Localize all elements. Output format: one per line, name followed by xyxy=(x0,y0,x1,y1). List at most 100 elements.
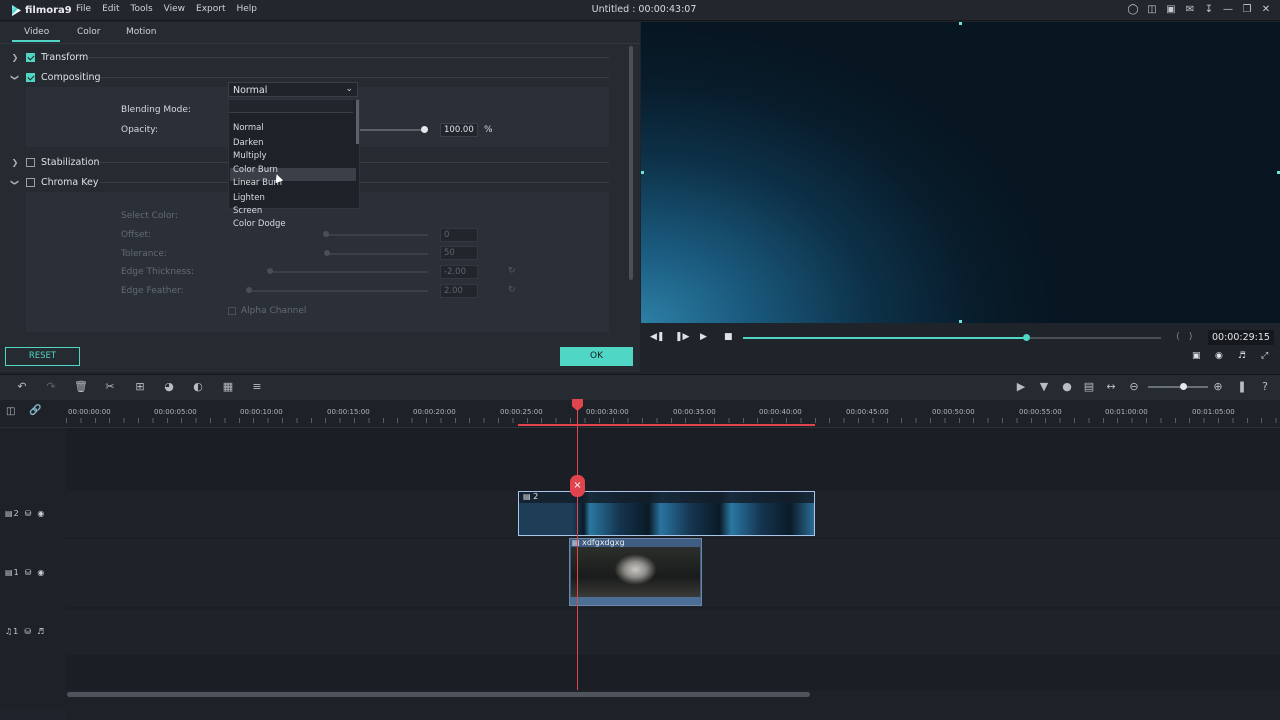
stop-icon[interactable]: ■ xyxy=(724,332,733,342)
delete-icon[interactable]: 🗑 xyxy=(74,380,88,393)
offset-slider-track[interactable] xyxy=(326,234,428,236)
audio-mixer-icon[interactable]: ≡ xyxy=(250,380,264,393)
help-icon[interactable]: ? xyxy=(1258,380,1272,393)
tab-color[interactable]: Color xyxy=(77,27,101,37)
previous-frame-icon[interactable]: ◀❚ xyxy=(650,332,664,342)
work-area-range[interactable] xyxy=(518,424,815,426)
stabilization-checkbox[interactable] xyxy=(26,157,35,167)
save-icon[interactable]: ▣ xyxy=(1165,3,1177,17)
preview-progress-knob[interactable] xyxy=(1022,334,1030,341)
tolerance-slider-knob[interactable] xyxy=(324,250,330,256)
redo-icon[interactable]: ↷ xyxy=(44,380,58,393)
section-stabilization[interactable]: ❯ Stabilization xyxy=(10,155,100,169)
zoom-slider-track[interactable] xyxy=(1148,386,1208,388)
option-color-burn[interactable]: Color Burn xyxy=(233,164,278,176)
video-preview[interactable] xyxy=(641,22,1280,323)
play-frame-icon[interactable]: ❚▶ xyxy=(675,332,689,342)
color-icon[interactable]: ◐ xyxy=(191,380,205,393)
zoom-in-icon[interactable]: ⊕ xyxy=(1211,380,1225,393)
chevron-down-icon[interactable]: ❯ xyxy=(11,72,20,82)
fullscreen-icon[interactable]: ⤢ xyxy=(1261,351,1268,361)
restore-icon[interactable]: ❐ xyxy=(1241,3,1253,17)
section-chroma-key[interactable]: ❯ Chroma Key xyxy=(10,175,99,189)
reset-button[interactable]: RESET xyxy=(5,347,80,366)
chevron-down-icon[interactable]: ❯ xyxy=(11,177,20,187)
edge-feather-slider-knob[interactable] xyxy=(246,287,252,293)
edge-thickness-slider-track[interactable] xyxy=(268,271,428,273)
snapshot-icon[interactable]: ◉ xyxy=(1215,351,1223,361)
option-screen[interactable]: Screen xyxy=(233,205,262,217)
lock-icon[interactable]: ⛁ xyxy=(25,509,32,518)
crop-icon[interactable]: ⊞ xyxy=(133,380,147,393)
cart-icon[interactable]: ◫ xyxy=(1146,3,1158,17)
split-icon[interactable]: × xyxy=(570,475,585,497)
option-multiply[interactable]: Multiply xyxy=(233,150,267,162)
blending-mode-select[interactable]: Normal ⌄ xyxy=(228,82,358,97)
volume-icon[interactable]: ♬ xyxy=(1238,351,1246,361)
render-icon[interactable]: ▶ xyxy=(1014,380,1028,393)
green-screen-icon[interactable]: ▦ xyxy=(221,380,235,393)
minimize-icon[interactable]: — xyxy=(1222,3,1234,17)
cut-icon[interactable]: ✂ xyxy=(103,380,117,393)
opacity-slider-track[interactable] xyxy=(360,129,424,131)
option-lighten[interactable]: Lighten xyxy=(233,192,265,204)
menu-edit[interactable]: Edit xyxy=(102,4,125,14)
offset-slider-knob[interactable] xyxy=(323,231,329,237)
resize-handle[interactable] xyxy=(959,22,962,25)
mail-icon[interactable]: ✉ xyxy=(1184,3,1196,17)
reset-icon[interactable]: ↻ xyxy=(508,285,516,295)
zoom-out-icon[interactable]: ⊖ xyxy=(1127,380,1141,393)
section-compositing[interactable]: ❯ Compositing xyxy=(10,70,101,84)
chevron-right-icon[interactable]: ❯ xyxy=(10,53,20,62)
edge-feather-slider-track[interactable] xyxy=(247,290,428,292)
voiceover-icon[interactable]: ▤ xyxy=(1082,380,1096,393)
ok-button[interactable]: OK xyxy=(560,347,633,366)
mark-out-icon[interactable]: ⟩ xyxy=(1189,332,1193,342)
edge-thickness-slider-knob[interactable] xyxy=(267,268,273,274)
download-icon[interactable]: ↧ xyxy=(1203,3,1215,17)
timeline-scrollbar[interactable] xyxy=(67,692,810,697)
compositing-checkbox[interactable] xyxy=(26,72,35,82)
menu-file[interactable]: File xyxy=(76,4,97,14)
tab-motion[interactable]: Motion xyxy=(126,27,157,37)
speaker-icon[interactable]: ♬ xyxy=(37,627,44,636)
opacity-input[interactable]: 100.00 xyxy=(440,123,478,137)
playhead-line[interactable] xyxy=(577,405,578,690)
play-icon[interactable]: ▶ xyxy=(700,332,707,342)
marker-icon[interactable]: ▼ xyxy=(1037,380,1051,393)
option-darken[interactable]: Darken xyxy=(233,137,264,149)
lock-icon[interactable]: ⛁ xyxy=(24,627,31,636)
tolerance-input[interactable]: 50 xyxy=(440,246,478,260)
menu-tools[interactable]: Tools xyxy=(131,4,159,14)
panel-toggle-icon[interactable]: ❚ xyxy=(1235,380,1249,393)
chroma-key-checkbox[interactable] xyxy=(26,177,35,187)
edge-feather-input[interactable]: 2.00 xyxy=(440,284,478,298)
menu-view[interactable]: View xyxy=(164,4,191,14)
link-icon[interactable]: 🔗 xyxy=(29,405,41,416)
eye-icon[interactable]: ◉ xyxy=(37,509,44,518)
undo-icon[interactable]: ↶ xyxy=(15,380,29,393)
tab-video[interactable]: Video xyxy=(24,27,49,37)
user-icon[interactable]: ◯ xyxy=(1127,3,1139,17)
section-transform[interactable]: ❯ Transform xyxy=(10,50,89,64)
speed-icon[interactable]: ◕ xyxy=(162,380,176,393)
chevron-right-icon[interactable]: ❯ xyxy=(10,158,20,167)
display-settings-icon[interactable]: ▣ xyxy=(1192,351,1201,361)
zoom-slider-knob[interactable] xyxy=(1180,383,1187,390)
menu-help[interactable]: Help xyxy=(237,4,264,14)
add-track-icon[interactable]: ◫ xyxy=(6,406,15,417)
offset-input[interactable]: 0 xyxy=(440,228,478,242)
transform-checkbox[interactable] xyxy=(26,52,35,62)
resize-handle[interactable] xyxy=(959,320,962,323)
menu-export[interactable]: Export xyxy=(196,4,231,14)
fit-timeline-icon[interactable]: ↔ xyxy=(1104,380,1118,393)
mark-in-icon[interactable]: ⟨ xyxy=(1176,332,1180,342)
microphone-icon[interactable]: ● xyxy=(1060,380,1074,393)
opacity-slider-knob[interactable] xyxy=(421,126,428,133)
close-icon[interactable]: ✕ xyxy=(1260,3,1272,17)
panel-scrollbar[interactable] xyxy=(629,46,633,280)
reset-icon[interactable]: ↻ xyxy=(508,266,516,276)
option-normal[interactable]: Normal xyxy=(233,122,264,134)
dropdown-scrollbar[interactable] xyxy=(356,100,359,144)
audio-track-1[interactable] xyxy=(66,610,1280,655)
